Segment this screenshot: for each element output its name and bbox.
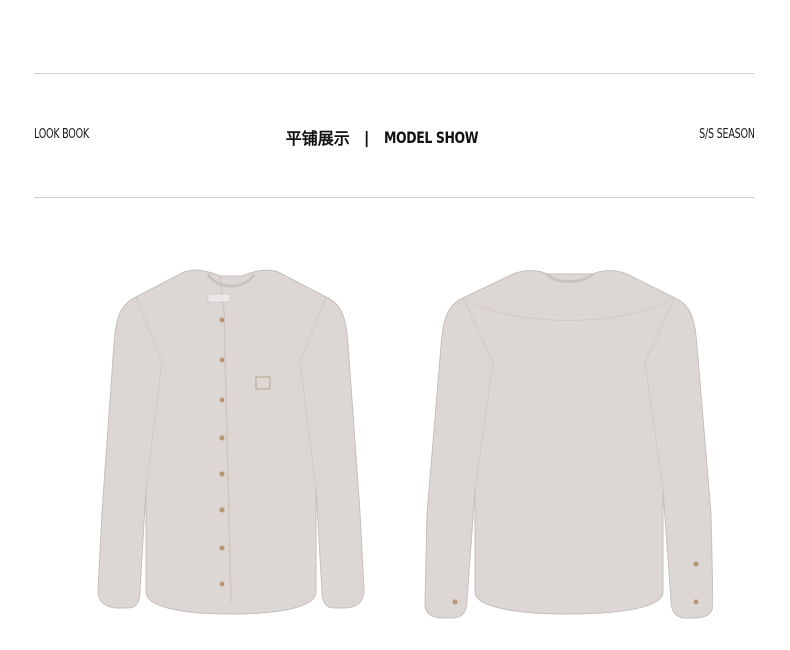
shirt-front-image	[97, 269, 365, 615]
section-title-english: MODEL SHOW	[383, 127, 479, 147]
shirt-back-image	[424, 270, 713, 619]
section-title-chinese: 平铺展示	[285, 129, 350, 148]
season-label: S/S SEASON	[699, 127, 755, 142]
bottom-divider	[34, 197, 754, 198]
lookbook-page: LOOK BOOK 平铺展示 | MODEL SHOW S/S SEASON	[0, 0, 790, 650]
top-divider	[34, 73, 754, 74]
section-title: 平铺展示 | MODEL SHOW	[0, 125, 790, 149]
title-separator: |	[363, 127, 370, 147]
